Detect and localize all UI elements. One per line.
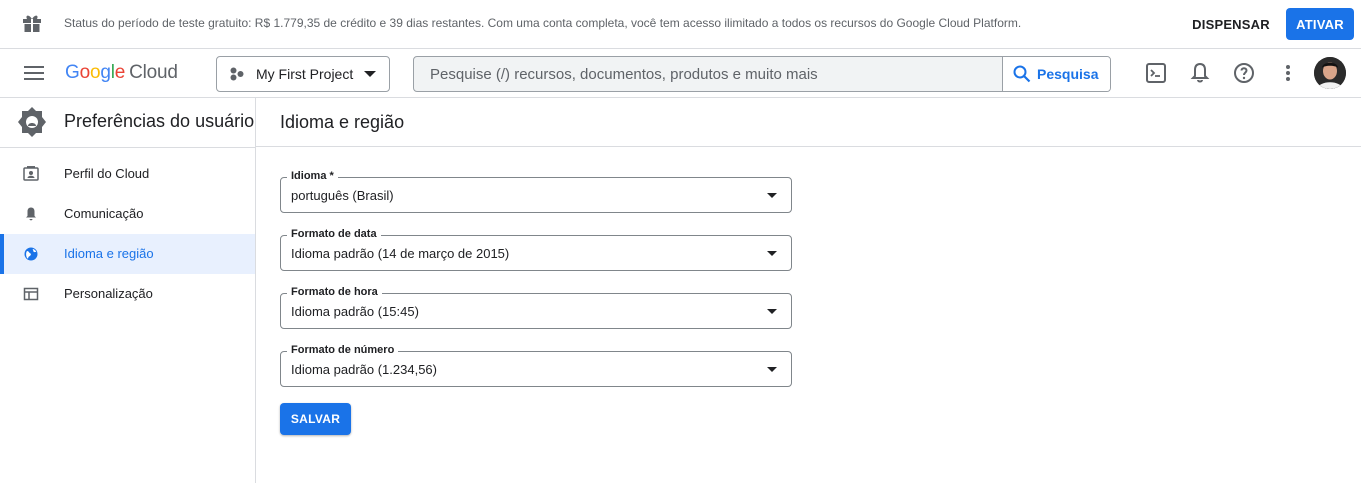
chevron-down-icon bbox=[767, 193, 777, 198]
sidebar-item-label: Perfil do Cloud bbox=[64, 166, 150, 181]
sidebar-item-personalization[interactable]: Personalização bbox=[0, 274, 255, 314]
sidebar-title: Preferências do usuário bbox=[64, 111, 255, 131]
chevron-down-icon bbox=[767, 251, 777, 256]
number-format-select-value: Idioma padrão (1.234,56) bbox=[291, 362, 437, 377]
language-select[interactable]: Idioma * português (Brasil) bbox=[280, 170, 792, 213]
sidebar-header: Preferências do usuário bbox=[0, 98, 255, 148]
number-format-select-label: Formato de número bbox=[287, 344, 399, 356]
sidebar-item-label: Idioma e região bbox=[64, 246, 154, 261]
date-format-select[interactable]: Formato de data Idioma padrão (14 de mar… bbox=[280, 228, 792, 271]
gift-icon bbox=[23, 15, 41, 32]
date-format-select-value: Idioma padrão (14 de março de 2015) bbox=[291, 246, 510, 261]
globe-icon bbox=[24, 247, 38, 261]
project-selector[interactable]: My First Project bbox=[216, 56, 390, 92]
menu-icon[interactable] bbox=[24, 65, 44, 81]
chevron-down-icon bbox=[767, 367, 777, 372]
project-name: My First Project bbox=[256, 66, 354, 82]
sidebar-item-communication[interactable]: Comunicação bbox=[0, 194, 255, 234]
avatar[interactable] bbox=[1314, 57, 1346, 89]
bell-icon bbox=[26, 207, 36, 221]
number-format-select[interactable]: Formato de número Idioma padrão (1.234,5… bbox=[280, 344, 792, 387]
sidebar-item-label: Comunicação bbox=[64, 206, 144, 221]
search-button-label: Pesquisa bbox=[1037, 66, 1099, 82]
help-icon[interactable] bbox=[1232, 61, 1256, 85]
date-format-select-label: Formato de data bbox=[287, 228, 381, 240]
page-title: Idioma e região bbox=[280, 112, 405, 132]
gear-icon bbox=[18, 107, 46, 137]
profile-card-icon bbox=[23, 166, 39, 181]
dismiss-button[interactable]: DISPENSAR bbox=[1188, 8, 1274, 40]
language-select-label: Idioma * bbox=[287, 170, 338, 182]
activate-button[interactable]: ATIVAR bbox=[1286, 8, 1354, 40]
sidebar-item-cloud-profile[interactable]: Perfil do Cloud bbox=[0, 154, 255, 194]
time-format-select-label: Formato de hora bbox=[287, 286, 382, 298]
time-format-select[interactable]: Formato de hora Idioma padrão (15:45) bbox=[280, 286, 792, 329]
top-app-bar: GoogleCloud My First Project Pesquisa bbox=[0, 49, 1361, 98]
search-button[interactable]: Pesquisa bbox=[1002, 57, 1110, 91]
sidebar-item-language-region[interactable]: Idioma e região bbox=[0, 234, 255, 274]
page-header: Idioma e região bbox=[256, 98, 1361, 147]
sidebar: Preferências do usuário Perfil do Cloud … bbox=[0, 98, 256, 483]
time-format-select-value: Idioma padrão (15:45) bbox=[291, 304, 419, 319]
language-select-value: português (Brasil) bbox=[291, 188, 394, 203]
project-dots-icon bbox=[230, 67, 244, 81]
chevron-down-icon bbox=[364, 71, 376, 77]
google-cloud-logo[interactable]: Google Cloud bbox=[65, 62, 178, 84]
layout-icon bbox=[23, 287, 39, 301]
search-input[interactable] bbox=[414, 57, 1002, 91]
terminal-icon[interactable] bbox=[1144, 61, 1168, 85]
chevron-down-icon bbox=[767, 309, 777, 314]
trial-status-text: Status do período de teste gratuito: R$ … bbox=[64, 16, 1022, 30]
search-bar: Pesquisa bbox=[413, 56, 1111, 92]
bell-icon[interactable] bbox=[1188, 61, 1212, 85]
save-button[interactable]: SALVAR bbox=[280, 403, 351, 435]
user-photo-icon bbox=[1314, 57, 1346, 89]
trial-banner: Status do período de teste gratuito: R$ … bbox=[0, 0, 1361, 49]
search-icon bbox=[1013, 65, 1031, 83]
more-vert-icon[interactable] bbox=[1276, 61, 1300, 85]
sidebar-item-label: Personalização bbox=[64, 286, 153, 301]
